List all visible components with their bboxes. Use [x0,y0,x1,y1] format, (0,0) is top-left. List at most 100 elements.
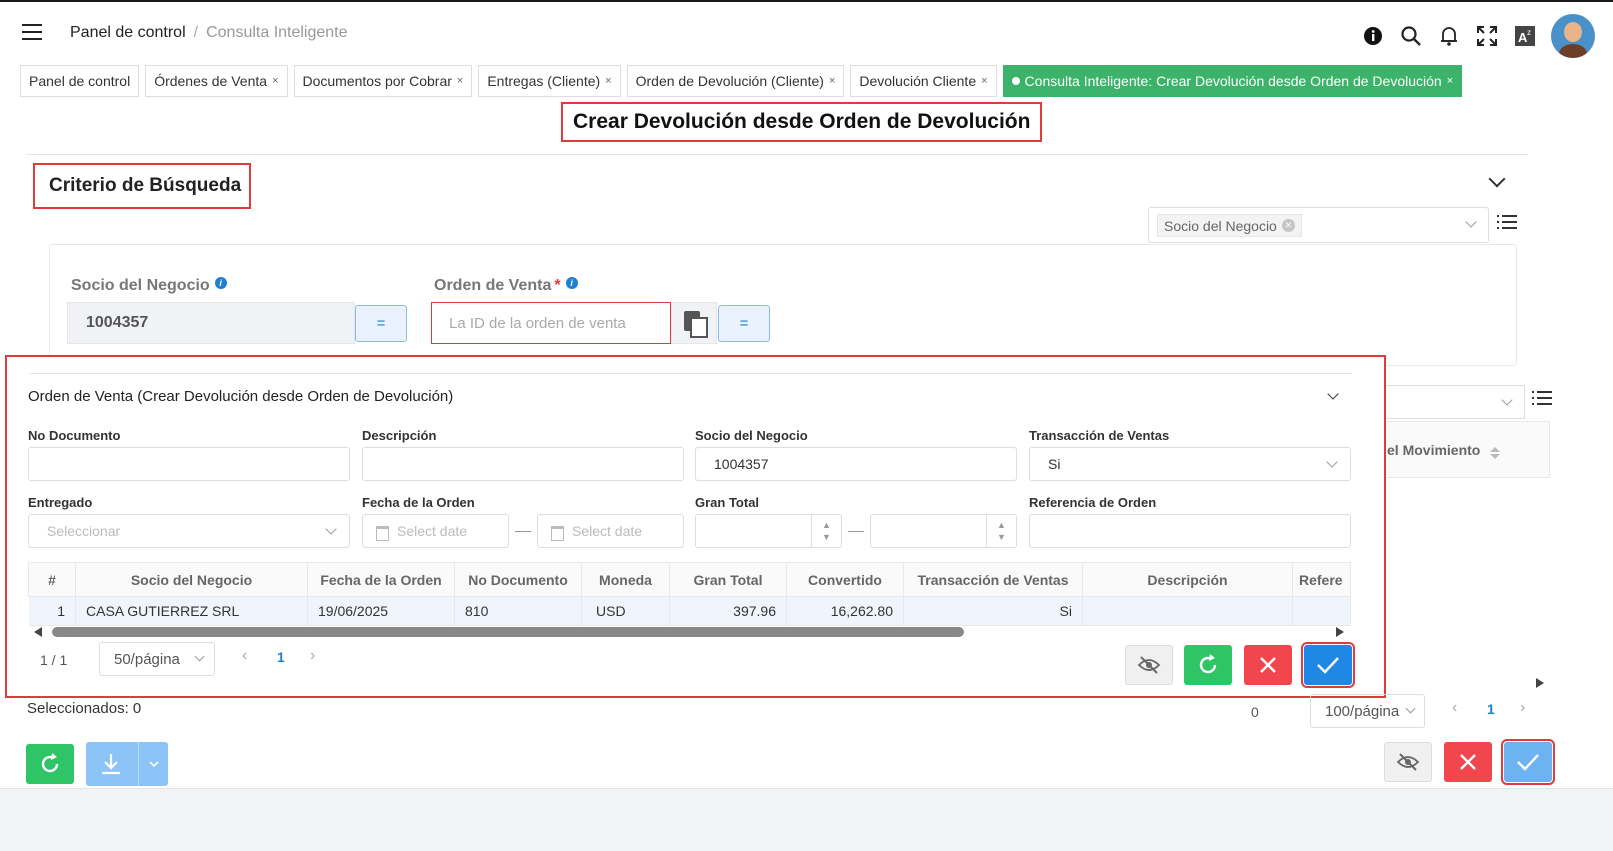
column-header[interactable]: Fecha de la Orden [307,562,455,597]
range-dash [848,531,864,532]
translate-icon[interactable]: Az [1513,24,1537,48]
page-range: 1 / 1 [40,652,68,668]
bell-icon[interactable] [1437,24,1461,48]
tab-entregas-cliente[interactable]: Entregas (Cliente) × [478,65,621,97]
tab-ordenes-de-venta[interactable]: Órdenes de Venta × [145,65,288,97]
info-icon[interactable] [1361,24,1385,48]
chip-close-icon[interactable]: ✕ [1281,219,1295,232]
dialog-title: Orden de Venta (Crear Devolución desde O… [28,388,454,405]
next-page-icon[interactable]: › [1520,699,1525,717]
no-documento-input[interactable] [28,447,350,481]
referencia-input[interactable] [1029,514,1351,548]
close-icon[interactable]: × [272,75,278,87]
tab-label: Devolución Cliente [859,73,977,89]
clear-filter-button[interactable] [1125,645,1173,685]
gran-total-label: Gran Total [695,495,760,510]
sort-icon[interactable] [1490,447,1501,459]
paste-icon[interactable] [671,302,717,344]
orden-operator-button[interactable]: = [718,305,770,342]
scroll-left-icon[interactable] [34,627,42,637]
tab-consulta-inteligente[interactable]: Consulta Inteligente: Crear Devolución d… [1002,65,1463,97]
stepper-icon[interactable]: ▲ ▼ [811,515,841,547]
chevron-down-icon[interactable] [1327,388,1339,400]
breadcrumb-current: Consulta Inteligente [206,24,348,41]
tab-devolucion-cliente[interactable]: Devolución Cliente × [850,65,997,97]
chevron-down-icon[interactable] [1488,170,1506,188]
result-column-selector[interactable] [1380,385,1525,419]
stepper-icon[interactable]: ▲ ▼ [986,515,1016,547]
column-header[interactable]: Socio del Negocio [75,562,308,597]
transaccion-select[interactable]: Si [1029,447,1351,481]
refresh-button[interactable] [1184,645,1232,685]
table-row[interactable]: 1 CASA GUTIERREZ SRL 19/06/2025 810 USD … [28,596,1351,626]
result-page-number[interactable]: 1 [1487,701,1495,717]
cell-referencia [1292,596,1351,626]
chevron-down-icon [1465,216,1477,228]
fecha-label: Fecha de la Orden [362,495,475,510]
close-icon[interactable]: × [829,75,835,87]
clear-filter-button[interactable] [1384,742,1432,782]
column-header[interactable]: Refere [1292,562,1351,597]
entregado-select[interactable]: Seleccionar [28,514,350,548]
fecha-start-input[interactable]: Select date [362,514,509,548]
result-page-size-select[interactable]: 100/página [1310,694,1425,728]
scroll-right-icon[interactable] [1536,678,1544,688]
refresh-button[interactable] [26,744,74,784]
menu-icon[interactable] [22,24,42,40]
prev-page-icon[interactable]: ‹ [242,647,247,665]
column-header[interactable]: Moneda [581,562,670,597]
column-header[interactable]: Convertido [786,562,904,597]
tab-label: Consulta Inteligente: Crear Devolución d… [1024,73,1442,89]
scroll-right-icon[interactable] [1336,627,1344,637]
close-icon[interactable]: × [457,75,463,87]
page-size-select[interactable]: 50/página [99,642,215,676]
socio-filter-label: Socio del Negocio [695,428,808,443]
prev-page-icon[interactable]: ‹ [1452,699,1457,717]
result-column-header[interactable]: el Movimiento [1380,421,1550,478]
column-header[interactable]: Transacción de Ventas [903,562,1083,597]
fecha-end-input[interactable]: Select date [537,514,684,548]
page-number[interactable]: 1 [277,649,285,665]
criteria-field-selector[interactable]: Socio del Negocio ✕ [1148,207,1489,243]
fullscreen-icon[interactable] [1475,24,1499,48]
cancel-button[interactable] [1244,645,1292,685]
column-header[interactable]: # [28,562,76,597]
user-avatar[interactable] [1551,14,1595,58]
column-header[interactable]: Gran Total [669,562,787,597]
search-icon[interactable] [1399,24,1423,48]
tab-orden-de-devolucion[interactable]: Orden de Devolución (Cliente) × [626,65,845,97]
next-page-icon[interactable]: › [310,647,315,665]
top-bar: Panel de control / Consulta Inteligente Az [0,0,1613,62]
chevron-down-icon [1405,703,1416,714]
descripcion-input[interactable] [362,447,684,481]
cancel-button[interactable] [1444,742,1492,782]
info-icon: i [214,277,227,289]
column-header[interactable]: Descripción [1082,562,1293,597]
download-button[interactable] [86,742,168,786]
column-header[interactable]: No Documento [454,562,582,597]
horizontal-scrollbar[interactable] [28,623,1350,640]
socio-operator-button[interactable]: = [355,305,407,342]
chevron-down-icon[interactable] [138,742,168,786]
tab-panel-de-control[interactable]: Panel de control [20,65,140,97]
orden-input[interactable]: La ID de la orden de venta [431,302,671,344]
gran-total-max-input[interactable]: ▲ ▼ [870,514,1017,548]
column-list-icon[interactable] [1497,215,1517,233]
socio-filter-input[interactable]: 1004357 [695,447,1017,481]
cell-documento: 810 [454,596,582,626]
tab-documentos-por-cobrar[interactable]: Documentos por Cobrar × [293,65,473,97]
eye-off-icon [1396,753,1420,771]
scrollbar-thumb[interactable] [52,627,964,637]
close-icon[interactable]: × [981,75,987,87]
close-icon[interactable]: × [1447,75,1453,87]
column-list-icon[interactable] [1532,391,1552,409]
eye-off-icon [1137,656,1161,674]
divider [26,154,1528,155]
breadcrumb-home[interactable]: Panel de control [70,24,186,41]
confirm-button[interactable] [1301,642,1355,688]
confirm-button[interactable] [1501,739,1555,785]
svg-text:z: z [1527,28,1531,37]
socio-input[interactable]: 1004357 [67,302,355,344]
close-icon[interactable]: × [605,75,611,87]
gran-total-min-input[interactable]: ▲ ▼ [695,514,842,548]
